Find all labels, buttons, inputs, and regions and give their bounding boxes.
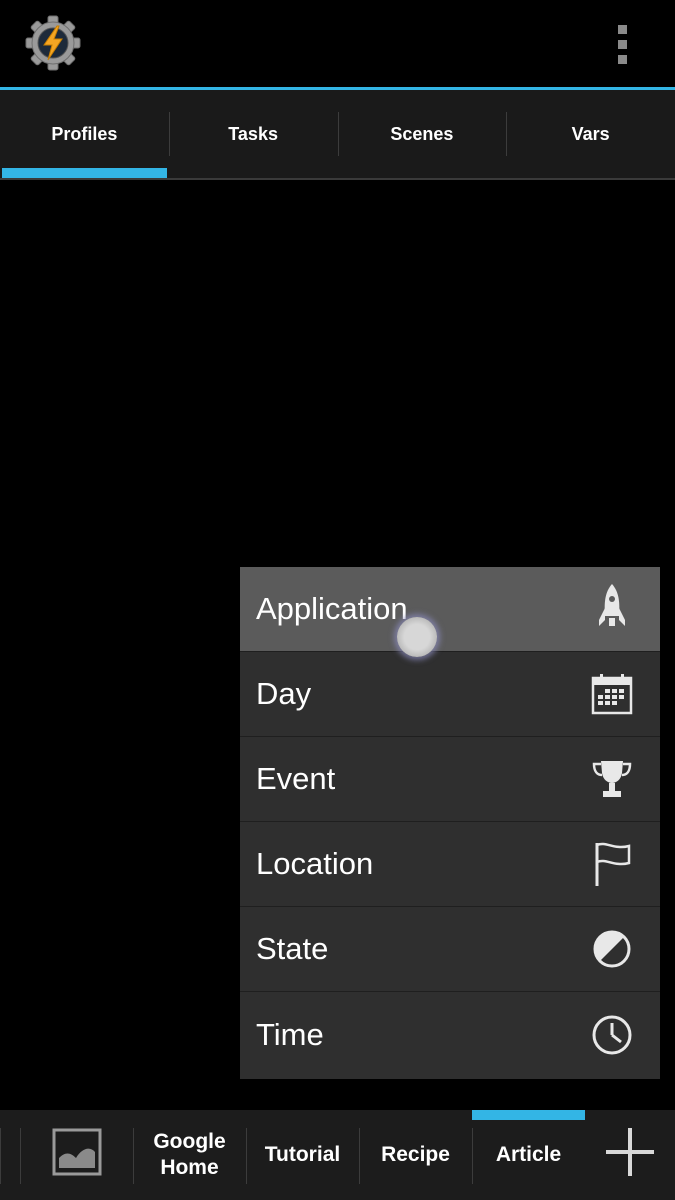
- overflow-dot: [617, 24, 627, 34]
- menu-item-location[interactable]: Location: [240, 822, 660, 907]
- touch-indicator: [397, 617, 437, 657]
- plus-icon: [604, 1126, 656, 1185]
- menu-item-day[interactable]: Day: [240, 652, 660, 737]
- project-article[interactable]: Article: [472, 1110, 585, 1200]
- overflow-menu-button[interactable]: [600, 20, 644, 68]
- project-label: Recipe: [381, 1143, 450, 1166]
- menu-item-label: Day: [256, 676, 312, 711]
- main-tab-bar: Profiles Tasks Scenes Vars: [0, 90, 675, 180]
- tasker-app-icon[interactable]: [24, 14, 82, 72]
- half-circle-icon: [590, 927, 634, 971]
- menu-item-label: Application: [256, 591, 408, 626]
- project-google-home[interactable]: Google Home: [133, 1110, 246, 1200]
- clock-icon: [590, 1013, 634, 1057]
- project-tutorial[interactable]: Tutorial: [246, 1110, 359, 1200]
- add-project-button[interactable]: [585, 1110, 675, 1200]
- tab-label: Vars: [571, 123, 610, 144]
- tab-vars[interactable]: Vars: [506, 90, 675, 178]
- profile-context-menu: Application Day Event Location State Tim…: [240, 567, 660, 1079]
- overflow-dot: [617, 39, 627, 49]
- project-recipe[interactable]: Recipe: [359, 1110, 472, 1200]
- tab-tasks[interactable]: Tasks: [168, 90, 338, 178]
- project-label: Google Home: [153, 1130, 226, 1179]
- menu-item-time[interactable]: Time: [240, 992, 660, 1077]
- menu-item-state[interactable]: State: [240, 907, 660, 992]
- menu-item-label: State: [256, 931, 329, 966]
- tab-label: Scenes: [390, 123, 454, 144]
- menu-item-label: Location: [256, 846, 374, 881]
- menu-item-event[interactable]: Event: [240, 737, 660, 822]
- project-base[interactable]: [20, 1110, 133, 1200]
- menu-item-label: Event: [256, 761, 336, 796]
- project-label: Tutorial: [264, 1143, 341, 1166]
- project-bar-spacer: [0, 1110, 20, 1200]
- image-icon: [52, 1128, 102, 1183]
- rocket-icon: [590, 584, 634, 631]
- menu-item-label: Time: [256, 1016, 324, 1052]
- project-bar: Google Home Tutorial Recipe Article: [0, 1110, 675, 1200]
- project-label: Article: [495, 1143, 562, 1166]
- menu-item-application[interactable]: Application: [240, 567, 660, 657]
- flag-icon: [590, 842, 634, 886]
- trophy-icon: [590, 757, 634, 801]
- tab-label: Tasks: [228, 123, 278, 144]
- tab-label: Profiles: [51, 123, 118, 144]
- tab-scenes[interactable]: Scenes: [337, 90, 507, 178]
- calendar-icon: [590, 672, 634, 716]
- overflow-dot: [617, 54, 627, 64]
- tab-profiles[interactable]: Profiles: [0, 90, 169, 178]
- action-bar: [0, 0, 675, 90]
